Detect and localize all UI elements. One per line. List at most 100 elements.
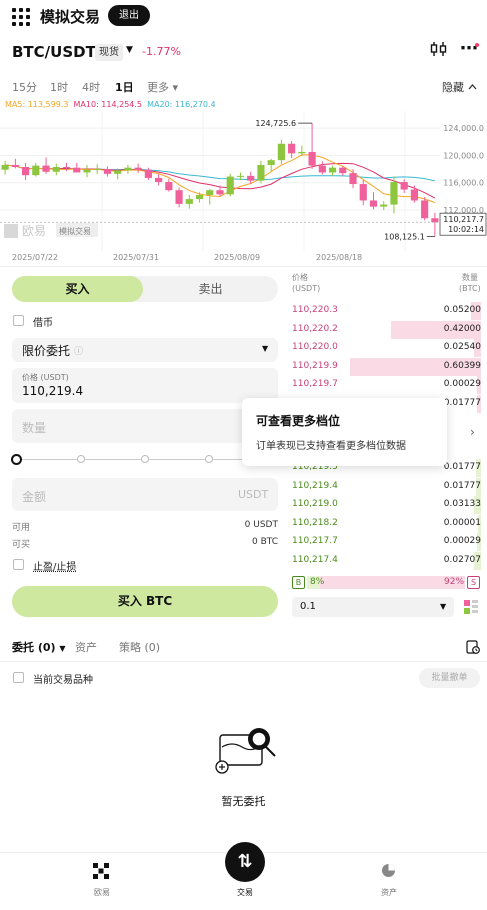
nav-assets[interactable]: 资产 — [359, 887, 419, 898]
orderbook-price-head: 价格 — [292, 273, 308, 282]
tp-sl-checkbox[interactable] — [13, 559, 24, 570]
menu-grid-icon[interactable] — [12, 8, 30, 26]
trade-icon[interactable]: ⇅ — [225, 842, 265, 882]
page-title: 模拟交易 — [40, 8, 101, 26]
assets-pie-icon[interactable] — [381, 863, 396, 881]
depth-step-value: 0.1 — [300, 601, 316, 612]
candle-body — [124, 167, 132, 171]
slider-tick[interactable] — [141, 455, 149, 463]
nav-trade[interactable]: 交易 — [215, 887, 275, 898]
timeframe-more[interactable]: 更多 ▾ — [147, 79, 178, 95]
buy-btc-button[interactable]: 买入 BTC — [12, 586, 278, 617]
candle-body — [83, 169, 91, 173]
chart-settings-icon[interactable] — [430, 41, 448, 61]
info-icon[interactable]: ⓘ — [74, 344, 83, 357]
orderbook-qty-head: 数量 — [462, 273, 478, 282]
chevron-down-icon: ▼ — [262, 344, 269, 353]
orderbook-price-unit: (USDT) — [292, 284, 321, 293]
buy-ratio-badge: B — [292, 576, 305, 589]
y-tick-label: 116,000.0 — [443, 179, 484, 188]
empty-orders-text: 暂无委托 — [221, 795, 266, 808]
borrow-label: 借币 — [33, 318, 53, 329]
buy-tab[interactable]: 买入 — [12, 276, 143, 302]
exit-button[interactable]: 退出 — [108, 5, 150, 26]
bid-row[interactable]: 110,219.0 0.03133 — [292, 496, 481, 515]
batch-cancel-button[interactable]: 批量撤单 — [419, 668, 480, 688]
borrow-checkbox[interactable] — [13, 315, 24, 326]
current-price-label: 110,217.7 — [443, 215, 484, 224]
nav-home[interactable]: 欧易 — [72, 887, 132, 898]
bid-row[interactable]: 110,217.4 0.02707 — [292, 552, 481, 570]
hide-label: 隐藏 — [442, 81, 464, 94]
ask-price: 110,220.2 — [292, 323, 338, 334]
candle-body — [339, 167, 347, 174]
bid-row[interactable]: 110,217.7 0.00029 — [292, 533, 481, 552]
candle-body — [431, 218, 439, 223]
candle-body — [62, 167, 71, 168]
candlestick-chart[interactable]: 124,000.0120,000.0116,000.0112,000.0124,… — [0, 111, 487, 251]
tp-sl-label[interactable]: 止盈/止损 — [33, 558, 76, 573]
price-input[interactable]: 价格 (USDT) 110,219.4 — [12, 368, 278, 403]
slider-tick[interactable] — [77, 455, 85, 463]
order-history-icon[interactable] — [466, 640, 480, 657]
tab-orders[interactable]: 委托 (0) ▼ — [12, 639, 66, 655]
more-icon[interactable]: ⋯ — [460, 38, 478, 59]
tab-orders-label: 委托 (0) — [12, 641, 56, 654]
quantity-input[interactable]: 数量 — [12, 409, 278, 443]
sell-tab[interactable]: 卖出 — [143, 276, 278, 302]
candle-body — [206, 190, 214, 195]
candle-body — [155, 177, 163, 183]
orderbook-layout-icon[interactable] — [464, 600, 478, 614]
pair-name[interactable]: BTC/USDT — [12, 43, 96, 61]
y-tick-label: 120,000.0 — [443, 151, 484, 160]
high-label: 124,725.6 — [255, 119, 296, 128]
hide-chart-button[interactable]: 隐藏 — [442, 79, 477, 95]
ask-qty: 0.01777 — [443, 398, 481, 408]
candle-body — [32, 165, 40, 176]
okx-logo-icon[interactable] — [93, 863, 109, 882]
amount-input[interactable]: 金额 USDT — [12, 478, 278, 511]
pair-dropdown-icon[interactable]: ▼ — [126, 45, 133, 55]
bid-price: 110,219.4 — [292, 480, 338, 491]
candle-body — [114, 170, 122, 174]
watermark-text: 欧易 — [22, 224, 46, 238]
bid-row[interactable]: 110,219.4 0.01777 — [292, 477, 481, 496]
bid-price: 110,218.2 — [292, 517, 338, 528]
ask-row[interactable]: 110,220.0 0.02540 — [292, 339, 481, 358]
ask-row[interactable]: 110,219.9 0.60399 — [292, 357, 481, 376]
ask-row[interactable]: 110,220.2 0.42000 — [292, 320, 481, 339]
price-change: -1.77% — [142, 45, 181, 58]
ask-price: 110,220.3 — [292, 305, 338, 315]
chevron-right-icon[interactable]: › — [470, 425, 475, 439]
current-pair-checkbox[interactable] — [13, 672, 24, 683]
candle-body — [247, 175, 255, 181]
candle-body — [103, 169, 112, 174]
current-pair-label: 当前交易品种 — [33, 675, 93, 686]
timeframe-1d[interactable]: 1日 — [115, 79, 134, 95]
order-type-value: 限价委托 — [22, 344, 71, 358]
candle-body — [195, 195, 204, 200]
timeframe-15m[interactable]: 15分 — [12, 79, 37, 95]
ask-qty: 0.05200 — [443, 305, 481, 315]
timeframe-4h[interactable]: 4时 — [82, 79, 100, 95]
candle-body — [369, 200, 378, 207]
ratio-bar — [307, 576, 465, 589]
can-buy-value: 0 BTC — [251, 537, 278, 547]
depth-step-select[interactable]: 0.1 ▼ — [292, 597, 454, 617]
candle-body — [22, 167, 30, 176]
order-type-select[interactable]: 限价委托 ⓘ ▼ — [12, 338, 278, 362]
ask-row[interactable]: 110,220.3 0.05200 — [292, 302, 481, 320]
tab-assets[interactable]: 资产 — [75, 639, 97, 655]
slider-handle[interactable] — [11, 454, 22, 465]
tab-strategy[interactable]: 策略 (0) — [119, 639, 160, 655]
tooltip-body: 订单表现已支持查看更多档位数据 — [256, 441, 406, 452]
candle-body — [328, 167, 337, 173]
ask-qty: 0.60399 — [443, 360, 481, 371]
chart-date-label: 2025/07/31 — [113, 253, 160, 262]
slider-tick[interactable] — [205, 455, 213, 463]
candle-body — [73, 167, 81, 173]
timeframe-1h[interactable]: 1时 — [50, 79, 68, 95]
orderbook-tooltip[interactable]: 可查看更多档位 订单表现已支持查看更多档位数据 — [242, 398, 447, 466]
ask-row[interactable]: 110,219.7 0.00029 — [292, 376, 481, 395]
bid-row[interactable]: 110,218.2 0.00001 — [292, 514, 481, 533]
